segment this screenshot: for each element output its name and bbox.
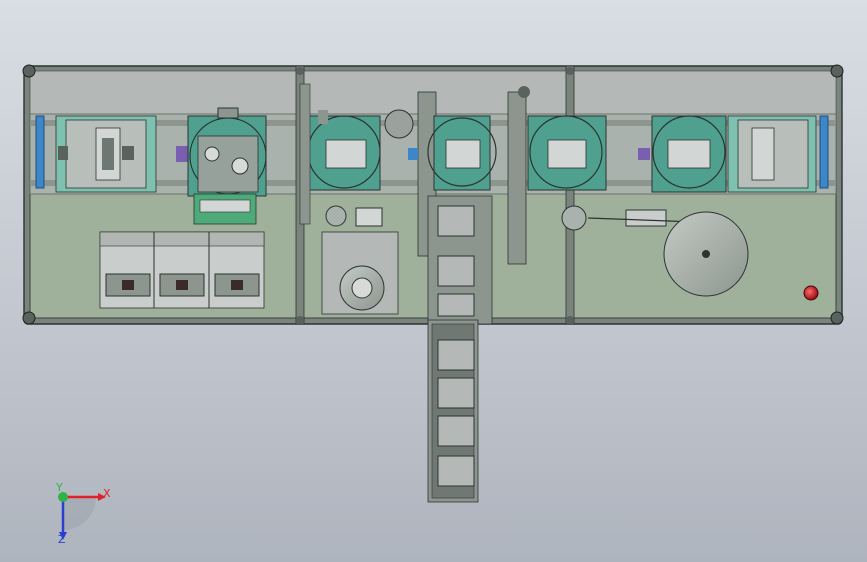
coordinate-triad-icon: X Y Z [55, 481, 111, 546]
control-cabinets [99, 231, 265, 309]
right-feeder-module[interactable] [727, 115, 829, 193]
x-axis-label: X [103, 487, 111, 500]
z-axis-label: Z [58, 533, 66, 546]
outfeed-conveyor[interactable] [427, 195, 493, 503]
cad-viewport[interactable]: X Y Z [0, 0, 867, 562]
machine-top-view: X Y Z [22, 64, 844, 546]
emergency-stop-icon[interactable] [803, 285, 819, 301]
y-axis-label: Y [55, 481, 63, 494]
